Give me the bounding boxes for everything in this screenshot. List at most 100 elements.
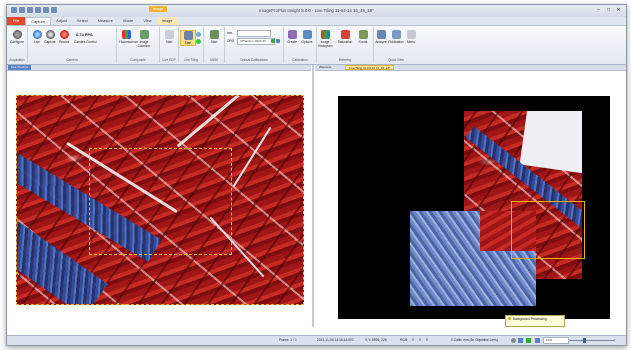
group-label: Live Tiling (183, 58, 199, 62)
tiling-pause-icon[interactable] (196, 32, 201, 37)
play-icon (32, 30, 42, 39)
group-acquisition: Configure Acquisition (7, 27, 28, 63)
org-label: ORG (227, 39, 235, 43)
background-processing-tooltip: Background Processing (505, 315, 565, 327)
saturation-button[interactable]: Saturation (337, 30, 353, 44)
tab-live-preview[interactable]: Live Preview (8, 65, 32, 70)
group-label: Quick View (388, 58, 404, 62)
calibration-readout: 0.Calib: mm (5x Objective Lens) (451, 338, 498, 342)
live-label: Live (34, 40, 40, 44)
group-live-edf: Start Live EDF (160, 27, 179, 63)
zoom-slider[interactable] (569, 340, 615, 341)
publication-label: Publication (388, 40, 404, 44)
histogram-label: Image Histogram (318, 40, 333, 48)
pane-splitter[interactable] (312, 65, 314, 327)
tab-image[interactable]: Image (156, 17, 178, 25)
fluorescence-button[interactable]: Fluorescence (119, 30, 138, 44)
objective-combo[interactable]: UPlanApo 10x/0.40 (237, 38, 275, 45)
tissue-gap (232, 126, 272, 188)
configure-button[interactable]: Configure (10, 30, 24, 44)
tab-measure[interactable]: Measure (93, 17, 118, 25)
close-button[interactable]: ✕ (615, 7, 622, 13)
units-label: mm (227, 31, 233, 35)
zoom-slider-thumb[interactable] (583, 338, 586, 343)
title-bar: Image ImageProPlus Insight 8.0.0 - Live … (7, 5, 626, 17)
processing-icon[interactable] (511, 338, 516, 343)
capture-button[interactable]: Capture (43, 30, 57, 44)
publication-button[interactable]: Publication (388, 30, 404, 44)
analyze-label: Analyze (375, 40, 387, 44)
camera-control-button[interactable]: Camera Control (74, 40, 97, 44)
saturation-label: Saturation (337, 40, 353, 44)
configure-label: Configure (10, 40, 24, 44)
group-mdm: Start MDM (204, 27, 225, 63)
fit-icon[interactable] (526, 338, 531, 343)
tab-share[interactable]: Share (118, 17, 138, 25)
calibration-options-button[interactable]: Options (300, 30, 314, 44)
tiled-canvas (338, 96, 610, 319)
tab-capture[interactable]: Capture (25, 17, 52, 25)
live-button[interactable]: Live (30, 30, 44, 44)
mdm-icon (209, 30, 219, 39)
tiling-icon (183, 31, 193, 40)
roi-selection-box[interactable] (89, 148, 232, 255)
zoom-out-icon[interactable] (535, 338, 540, 343)
group-optical-calibrations: mm ORG UPlanApo 10x/0.40 Optical Calibra… (225, 27, 284, 63)
live-preview-image (16, 95, 304, 305)
units-combo[interactable] (237, 30, 271, 37)
edf-start-label: Start (165, 40, 173, 44)
tab-file[interactable]: File (7, 17, 26, 25)
record-button[interactable]: Record (57, 30, 71, 44)
tab-live-tiling[interactable]: Live Tiling 11-04-14 16_49_18* (345, 65, 395, 70)
tiling-viewer[interactable] (315, 71, 626, 327)
minimize-button[interactable]: – (595, 7, 602, 13)
gear-icon (12, 30, 22, 39)
create-label: Create (287, 40, 297, 44)
image-histogram-button[interactable]: Image Histogram (318, 30, 333, 48)
maximize-button[interactable]: □ (605, 7, 612, 13)
current-tile-frame[interactable] (511, 201, 585, 259)
tab-welcome[interactable]: Welcome (316, 65, 334, 70)
mdm-start-button[interactable]: Start (207, 30, 221, 44)
group-camera: Live Capture Record 6.74 FPS Camera Cont… (28, 27, 117, 63)
tab-select[interactable]: Select (72, 17, 93, 25)
tiling-ok-icon[interactable] (196, 39, 201, 44)
camera-icon (45, 30, 55, 39)
tissue-gap (176, 96, 248, 148)
focus-button[interactable]: Focus (356, 30, 370, 44)
tab-adjust[interactable]: Adjust (51, 17, 72, 25)
image-colorizer-label: Image Colorizer (137, 40, 151, 48)
apply-check-icon[interactable] (271, 39, 275, 43)
menu-button[interactable]: Menu (404, 30, 418, 44)
live-preview-viewer[interactable] (7, 71, 311, 327)
window-title: ImageProPlus Insight 8.0.0 - Live Tiling… (259, 8, 374, 13)
group-label: Acquisition (9, 58, 25, 62)
group-quick-view: Analyze Publication Menu Quick View (374, 27, 418, 63)
frame-indicator: Frame: 1 / 1 (279, 338, 297, 342)
fluorescence-label: Fluorescence (119, 40, 139, 44)
focus-label: Focus (358, 40, 368, 44)
ribbon-tabs: File Capture Adjust Select Measure Share… (7, 17, 626, 26)
group-label: MDM (210, 58, 218, 62)
group-label: Metering (338, 58, 352, 62)
app-window: Image ImageProPlus Insight 8.0.0 - Live … (6, 4, 627, 346)
calibration-create-button[interactable]: Create (285, 30, 299, 44)
rgb-label: RGB: (400, 338, 409, 342)
calibration-edit-icon[interactable] (276, 39, 280, 43)
focus-icon (358, 30, 368, 39)
analyze-icon (376, 30, 386, 39)
publication-icon (391, 30, 401, 39)
tiling-start-button[interactable]: Start (180, 30, 196, 46)
edf-start-button[interactable]: Start (162, 30, 176, 44)
info-icon (508, 317, 511, 320)
options-label: Options (301, 40, 313, 44)
edf-icon (164, 30, 174, 39)
analyze-button[interactable]: Analyze (374, 30, 388, 44)
capture-label: Capture (44, 40, 56, 44)
zoom-combo[interactable]: 12% (543, 337, 569, 344)
view-icon[interactable] (518, 338, 523, 343)
group-label: Optical Calibrations (240, 58, 268, 62)
record-label: Record (58, 40, 70, 44)
tab-view[interactable]: View (138, 17, 156, 25)
image-colorizer-button[interactable]: Image Colorizer (137, 30, 151, 48)
